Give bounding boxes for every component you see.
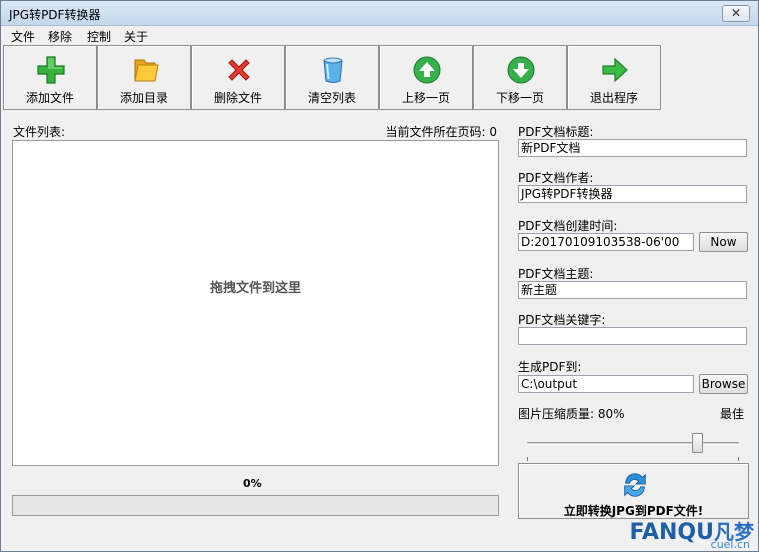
pdf-author-label: PDF文档作者: (518, 171, 594, 185)
arrow-up-icon (413, 56, 441, 84)
pdf-created-input[interactable]: D:20170109103538-06'00 (518, 233, 694, 251)
browse-button[interactable]: Browse (699, 374, 748, 394)
menu-control[interactable]: 控制 (87, 28, 111, 45)
menu-about[interactable]: 关于 (124, 28, 148, 45)
quality-label: 图片压缩质量: 80% (518, 407, 625, 421)
pdf-title-label: PDF文档标题: (518, 125, 594, 139)
toolbar: 添加文件 添加目录 删除文件 清空列表 上移一页 下移一页 退出程序 (3, 45, 756, 111)
move-up-button[interactable]: 上移一页 (379, 45, 473, 110)
file-list-dropzone[interactable]: 拖拽文件到这里 (12, 140, 499, 466)
arrow-right-icon (602, 57, 628, 83)
add-folder-label: 添加目录 (119, 91, 168, 105)
now-button[interactable]: Now (699, 232, 748, 252)
plus-icon (37, 56, 65, 84)
progress-bar (12, 495, 499, 516)
convert-button[interactable]: 立即转换JPG到PDF文件! (518, 463, 749, 519)
progress-text: 0% (243, 477, 262, 490)
watermark-sub: cuel.cn (710, 538, 750, 551)
quality-slider-track[interactable] (527, 442, 739, 445)
quality-slider-thumb[interactable] (691, 433, 703, 453)
current-page-label: 当前文件所在页码: 0 (385, 125, 498, 139)
clear-list-label: 清空列表 (307, 91, 356, 105)
close-button[interactable]: ✕ (722, 5, 750, 22)
menu-remove[interactable]: 移除 (48, 28, 72, 45)
delete-file-label: 删除文件 (213, 91, 262, 105)
file-list-label: 文件列表: (13, 125, 66, 139)
pdf-created-label: PDF文档创建时间: (518, 219, 618, 233)
pdf-author-input[interactable]: JPG转PDF转换器 (518, 185, 747, 203)
add-folder-button[interactable]: 添加目录 (97, 45, 191, 110)
quality-best-label: 最佳 (720, 407, 745, 421)
exit-button[interactable]: 退出程序 (567, 45, 661, 110)
watermark-brand: FANQU (629, 520, 714, 545)
slider-tick-min (527, 457, 528, 461)
trash-can-icon (323, 57, 343, 83)
slider-tick-max (738, 457, 739, 461)
move-up-label: 上移一页 (401, 91, 450, 105)
window-title: JPG转PDF转换器 (9, 8, 101, 22)
drop-hint: 拖拽文件到这里 (209, 281, 301, 296)
pdf-subject-input[interactable]: 新主题 (518, 281, 747, 299)
pdf-keywords-input[interactable] (518, 327, 747, 345)
arrow-down-icon (507, 56, 535, 84)
exit-label: 退出程序 (589, 91, 638, 105)
pdf-title-input[interactable]: 新PDF文档 (518, 139, 747, 157)
title-bar[interactable]: JPG转PDF转换器 ✕ (1, 1, 758, 26)
add-file-label: 添加文件 (25, 91, 74, 105)
pdf-subject-label: PDF文档主题: (518, 267, 594, 281)
app-window: JPG转PDF转换器 ✕ 文件 移除 控制 关于 添加文件 添加目录 删除文件 … (0, 0, 759, 552)
delete-file-button[interactable]: 删除文件 (191, 45, 285, 110)
convert-cycle-icon (624, 473, 646, 497)
menu-file[interactable]: 文件 (11, 28, 35, 45)
move-down-button[interactable]: 下移一页 (473, 45, 567, 110)
delete-x-icon (228, 59, 250, 81)
clear-list-button[interactable]: 清空列表 (285, 45, 379, 110)
pdf-keywords-label: PDF文档关键字: (518, 313, 606, 327)
folder-icon (134, 59, 159, 82)
add-file-button[interactable]: 添加文件 (3, 45, 97, 110)
menu-bar: 文件 移除 控制 关于 (1, 26, 758, 45)
move-down-label: 下移一页 (495, 91, 544, 105)
output-label: 生成PDF到: (518, 360, 582, 374)
output-path-input[interactable]: C:\output (518, 375, 694, 393)
